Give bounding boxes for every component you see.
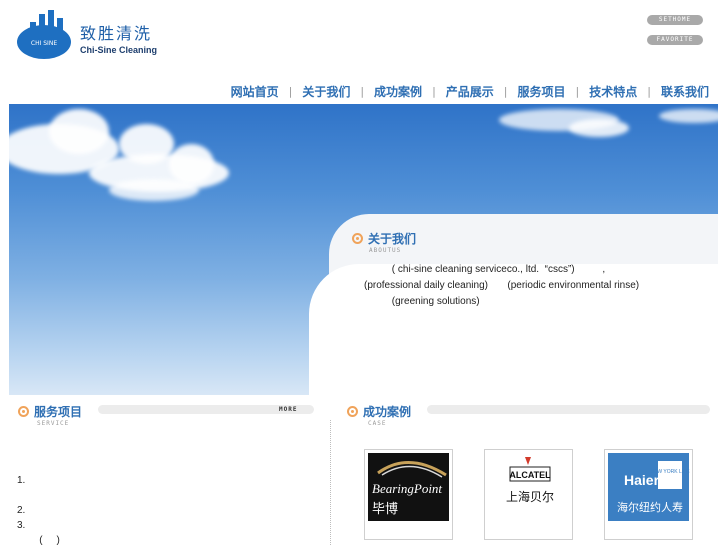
service-item[interactable]: ( ) [17,535,60,545]
case-logo-bearingpoint[interactable]: BearingPoint 毕博 [364,449,453,540]
service-heading: 服务项目 [18,403,82,420]
nav-about[interactable]: 关于我们 [302,83,350,100]
nav-separator: | [647,84,651,98]
cloud-shape [569,119,629,137]
circle-bullet-icon [352,233,363,244]
nav-separator: | [503,84,508,98]
circle-bullet-icon [18,406,29,417]
service-title: 服务项目 [34,405,83,419]
nav-contact[interactable]: 联系我们 [661,83,709,100]
about-text: ( chi-sine cleaning serviceco., ltd. “cs… [364,262,639,310]
service-more-link[interactable]: MORE [279,405,297,414]
bearingpoint-sub: 毕博 [372,502,398,517]
cloud-shape [49,109,109,154]
nav-services[interactable]: 服务项目 [518,83,566,100]
site-logo[interactable]: CHI SINE 致胜清洗 Chi-Sine Cleaning [16,8,176,63]
main-nav: 网站首页 | 关于我们 | 成功案例 | 产品展示 | 服务项目 | 技术特点 … [231,82,709,100]
about-line: (greening solutions) [364,296,480,307]
brand-name-en: Chi-Sine Cleaning [80,45,158,55]
haier-logo-icon: Haier NEW YORK LIFE 海尔纽约人寿 [617,461,690,514]
nav-products[interactable]: 产品展示 [446,83,494,100]
about-subtitle: ABOUTUS [369,247,402,254]
sethome-link[interactable]: SETHOME [647,15,703,25]
nav-cases[interactable]: 成功案例 [374,83,422,100]
service-item[interactable]: 3. [17,520,25,531]
service-subtitle: SERVICE [37,420,70,427]
case-logo-haier[interactable]: Haier NEW YORK LIFE 海尔纽约人寿 [604,449,693,540]
nav-separator: | [288,84,293,98]
alcatel-logo-icon: ALCATEL 上海贝尔 [506,457,554,504]
alcatel-name: ALCATEL [509,470,551,480]
logo-mark-text: CHI SINE [31,40,57,47]
nav-home[interactable]: 网站首页 [231,83,279,100]
nav-separator: | [575,84,580,98]
cloud-shape [169,144,214,184]
nav-separator: | [360,84,365,98]
about-line: ( chi-sine cleaning serviceco., ltd. “cs… [364,264,606,275]
about-title: 关于我们 [368,232,417,246]
haier-sub: 海尔纽约人寿 [617,500,683,514]
alcatel-sub: 上海贝尔 [506,489,554,504]
section-divider [330,420,331,545]
about-heading: 关于我们 [352,230,416,247]
haier-badge: NEW YORK LIFE [650,469,690,475]
favorite-link[interactable]: FAVORITE [647,35,703,45]
bearingpoint-logo-icon: BearingPoint 毕博 [372,461,447,517]
bearingpoint-name: BearingPoint [372,481,442,496]
case-logo-alcatel[interactable]: ALCATEL 上海贝尔 [484,449,573,540]
case-heading: 成功案例 [347,403,411,420]
nav-technology[interactable]: 技术特点 [589,83,637,100]
case-header-bar [427,405,710,414]
service-item[interactable]: 2. [17,505,25,516]
case-subtitle: CASE [368,420,387,427]
circle-bullet-icon [347,406,358,417]
logo-mark-icon: CHI SINE [17,10,71,59]
cloud-shape [109,179,199,201]
service-item[interactable]: 1. [17,475,25,486]
about-line: (professional daily cleaning) (periodic … [364,280,640,291]
cloud-shape [659,109,718,123]
case-title: 成功案例 [363,405,412,419]
nav-separator: | [432,84,436,98]
brand-name-cn: 致胜清洗 [80,24,153,43]
hero-banner [9,104,718,395]
